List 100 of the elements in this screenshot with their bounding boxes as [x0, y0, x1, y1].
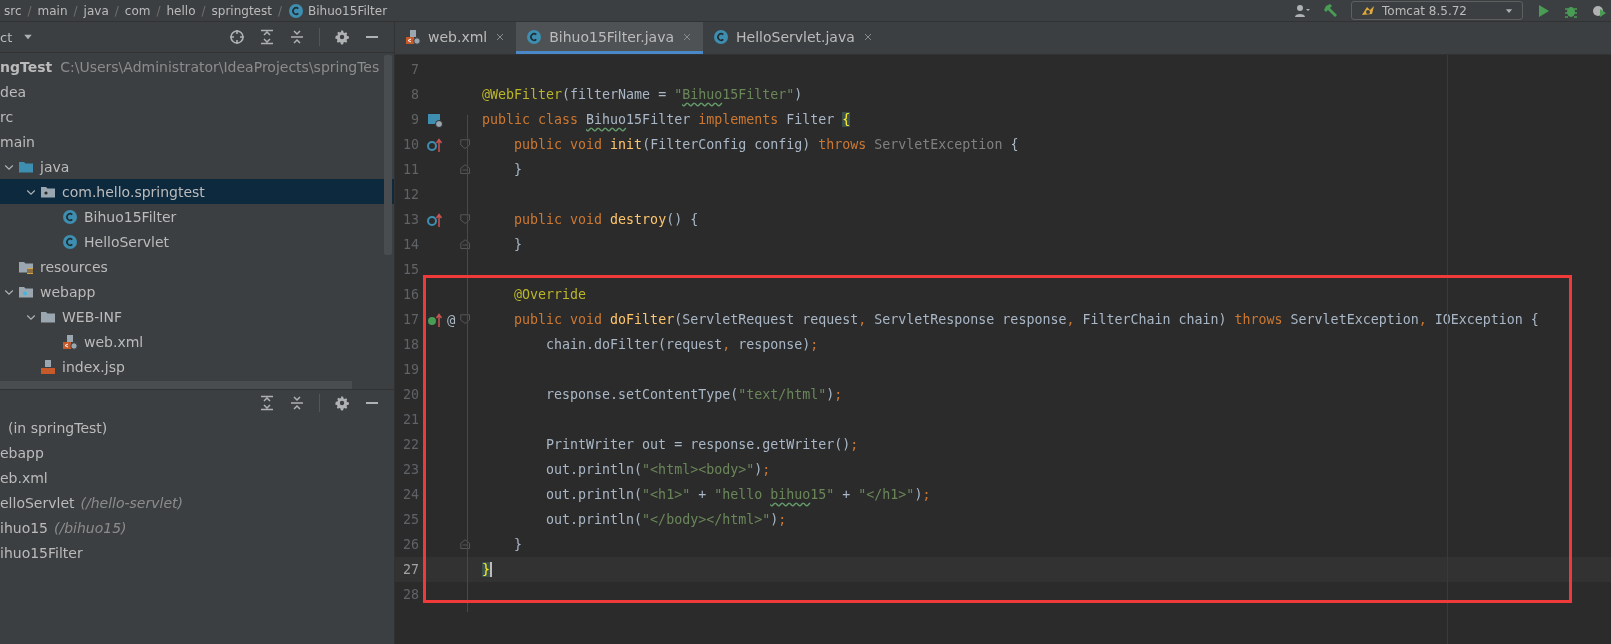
line-number: 22 — [402, 437, 419, 452]
implements-marker-icon[interactable] — [427, 311, 443, 328]
xml-file-icon — [62, 333, 78, 350]
tree-item[interactable]: ngTest C:\Users\Administrator\IdeaProjects\springTes — [0, 54, 394, 79]
project-path: C:\Users\Administrator\IdeaProjects\springTes — [60, 58, 380, 75]
tree-item[interactable]: ihuo15 — [0, 519, 48, 536]
breadcrumb-separator: / — [156, 3, 161, 18]
breadcrumb[interactable]: main — [37, 3, 68, 18]
class-icon — [526, 28, 543, 45]
editor-tab[interactable]: HelloServlet.java — [703, 22, 884, 54]
breadcrumb[interactable]: springtest — [211, 3, 272, 18]
fold-start-icon[interactable] — [459, 137, 473, 152]
code-line: } — [513, 162, 523, 177]
tree-item[interactable]: dea — [0, 79, 394, 104]
code-line: } — [513, 537, 523, 552]
tree-item[interactable]: Bihuo15Filter — [0, 204, 394, 229]
settings-icon[interactable] — [334, 394, 350, 411]
run-configuration-dropdown[interactable]: Tomcat 8.5.72 — [1351, 1, 1523, 20]
breadcrumb[interactable]: hello — [166, 3, 196, 18]
code-line: response.setContentType("text/html"); — [545, 387, 843, 402]
tree-item[interactable]: (in springTest) — [8, 419, 108, 436]
override-marker-icon[interactable] — [427, 136, 443, 153]
tree-item[interactable]: HelloServlet — [0, 229, 394, 254]
tree-item[interactable]: web.xml — [0, 329, 394, 354]
collapse-all-icon[interactable] — [289, 29, 305, 45]
tree-item[interactable]: WEB-INF — [0, 304, 394, 329]
tree-item[interactable]: index.jsp — [0, 354, 394, 379]
line-number: 17 — [402, 312, 419, 327]
line-number: 10 — [402, 137, 419, 152]
code-line: @Override — [513, 287, 587, 302]
breadcrumb-separator: / — [27, 3, 32, 18]
tree-item[interactable]: resources — [0, 254, 394, 279]
code-line: out.println("</body></html>"); — [545, 512, 787, 527]
tree-item[interactable]: webapp — [0, 279, 394, 304]
collapse-all-icon[interactable] — [289, 394, 305, 411]
web-class-icon[interactable] — [427, 111, 443, 128]
user-icon[interactable] — [1293, 2, 1311, 19]
tree-item[interactable]: java — [0, 154, 394, 179]
tree-item[interactable]: rc — [0, 104, 394, 129]
code-line: public class Bihuo15Filter implements Filter { — [481, 112, 851, 127]
breadcrumb[interactable]: src — [4, 3, 22, 18]
code-line: PrintWriter out = response.getWriter(); — [545, 437, 859, 452]
breadcrumb[interactable]: java — [83, 3, 109, 18]
line-number: 21 — [402, 412, 419, 427]
annotation-gutter-mark: @ — [447, 311, 456, 328]
xml-file-icon — [405, 28, 421, 45]
settings-icon[interactable] — [334, 29, 350, 45]
breadcrumb-separator: / — [114, 3, 119, 18]
line-number: 13 — [402, 212, 419, 227]
class-icon — [62, 233, 78, 250]
editor-tab[interactable]: Bihuo15Filter.java — [516, 22, 703, 54]
class-icon — [288, 2, 304, 19]
line-number: 18 — [402, 337, 419, 352]
line-number: 9 — [410, 112, 419, 127]
code-line: public void destroy() { — [513, 212, 699, 227]
tree-item[interactable]: elloServlet — [0, 494, 75, 511]
line-number: 20 — [402, 387, 419, 402]
line-number: 19 — [402, 362, 419, 377]
line-number: 23 — [402, 462, 419, 477]
line-number: 16 — [402, 287, 419, 302]
code-line: out.println("<html><body>"); — [545, 462, 771, 477]
code-line: } — [513, 237, 523, 252]
line-number: 28 — [402, 587, 419, 602]
tree-item[interactable]: eb.xml — [0, 469, 48, 486]
tree-item[interactable]: main — [0, 129, 394, 154]
panel-title[interactable]: ct — [0, 29, 13, 45]
breadcrumb[interactable]: Bihuo15Filter — [308, 3, 388, 18]
line-number: 7 — [410, 62, 419, 77]
code-line: chain.doFilter(request, response); — [545, 337, 819, 352]
breadcrumb[interactable]: com — [124, 3, 151, 18]
hammer-icon[interactable] — [1323, 2, 1339, 19]
scrollbar[interactable] — [0, 381, 352, 389]
line-number: 26 — [402, 537, 419, 552]
line-number: 24 — [402, 487, 419, 502]
line-number: 12 — [402, 187, 419, 202]
tree-item[interactable]: com.hello.springtest — [0, 179, 394, 204]
override-marker-icon[interactable] — [427, 211, 443, 228]
line-number: 11 — [402, 162, 419, 177]
expand-all-icon[interactable] — [259, 394, 275, 411]
code-line: public void doFilter(ServletRequest request, ServletResponse response, FilterChain chain) throws ServletException, IOException { — [513, 312, 1539, 327]
tree-item[interactable]: ihuo15Filter — [0, 544, 83, 561]
locate-icon[interactable] — [229, 29, 245, 45]
tree-item[interactable]: ebapp — [0, 444, 44, 461]
breadcrumb-separator: / — [73, 3, 78, 18]
fold-start-icon[interactable] — [459, 312, 473, 327]
url-pattern: (/hello-servlet) — [80, 494, 183, 511]
expand-all-icon[interactable] — [259, 29, 275, 45]
scrollbar[interactable] — [384, 55, 392, 255]
code-line: @WebFilter(filterName = "Bihuo15Filter") — [481, 87, 803, 102]
line-number: 25 — [402, 512, 419, 527]
editor-tab[interactable]: web.xml — [395, 22, 517, 54]
line-number: 15 — [402, 262, 419, 277]
breadcrumb-separator: / — [201, 3, 206, 18]
code-line: public void init(FilterConfig config) throws ServletException { — [513, 137, 1019, 152]
fold-start-icon[interactable] — [459, 212, 473, 227]
line-number: 8 — [410, 87, 419, 102]
breadcrumb-separator: / — [277, 3, 282, 18]
line-number: 27 — [402, 562, 419, 577]
line-number: 14 — [402, 237, 419, 252]
class-icon — [62, 208, 78, 225]
